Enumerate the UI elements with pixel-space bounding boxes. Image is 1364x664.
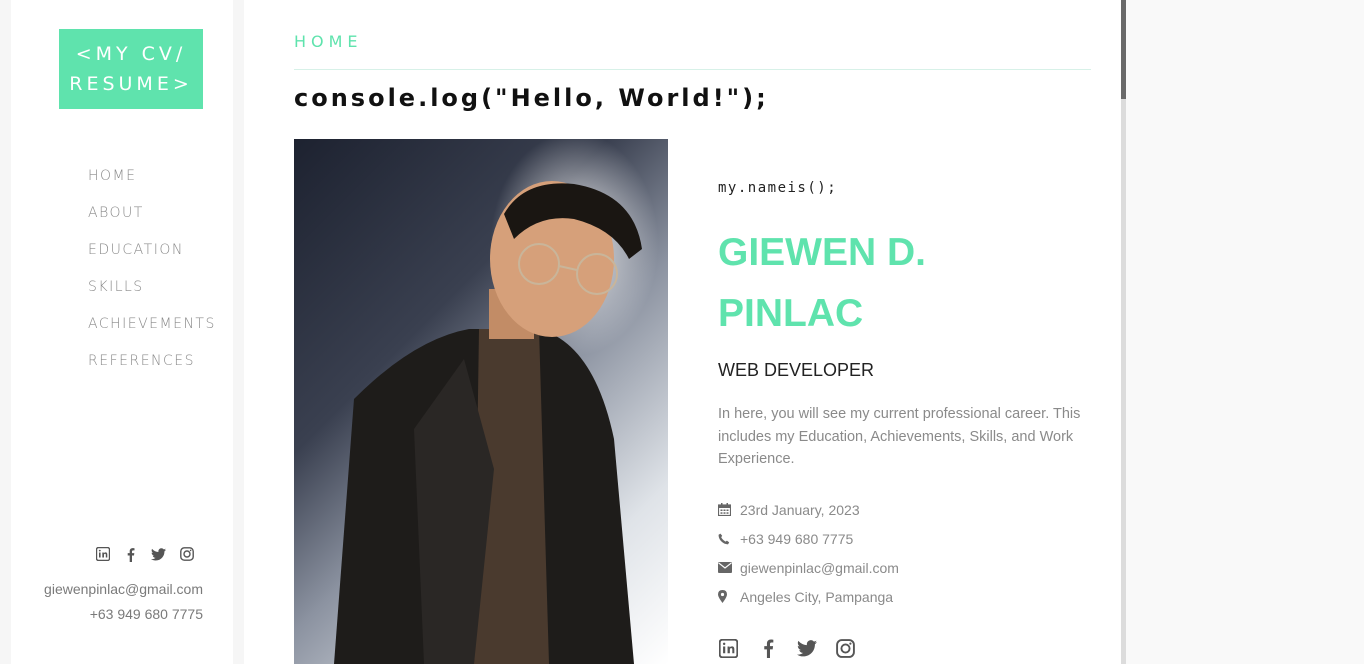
nav-item-skills[interactable]: SKILLS [88,279,216,316]
nav-item-references[interactable]: REFERENCES [88,353,216,390]
full-name: GIEWEN D. PINLAC [718,222,1098,344]
info-phone-text: +63 949 680 7775 [740,530,854,547]
twitter-icon[interactable] [796,637,817,659]
sidebar-social-links [95,546,194,562]
nav-item-education[interactable]: EDUCATION [88,242,216,279]
phone-icon [718,531,740,547]
instagram-icon[interactable] [179,546,194,562]
breadcrumb: HOME [294,32,363,51]
sidebar-nav: HOME ABOUT EDUCATION SKILLS ACHIEVEMENTS… [88,168,216,390]
nav-item-achievements[interactable]: ACHIEVEMENTS [88,316,216,353]
info-location: Angeles City, Pampanga [718,589,1098,618]
calendar-icon [718,502,740,518]
sidebar-email[interactable]: giewenpinlac@gmail.com [44,581,203,597]
sidebar-gap [233,0,244,664]
right-blank-area [1126,0,1364,664]
info-phone: +63 949 680 7775 [718,531,1098,560]
envelope-icon [718,560,740,576]
info-email: giewenpinlac@gmail.com [718,560,1098,589]
nav-item-home[interactable]: HOME [88,168,216,205]
sidebar-phone: +63 949 680 7775 [89,606,203,622]
site-logo[interactable]: <MY CV/ RESUME> [59,29,203,109]
linkedin-icon[interactable] [718,637,739,659]
page-headline: console.log("Hello, World!"); [294,84,769,112]
contact-info: 23rd January, 2023 +63 949 680 7775 giew… [718,502,1098,618]
intro-description: In here, you will see my current profess… [718,406,1081,467]
main-content: HOME console.log("Hello, World!"); my.na… [244,0,1121,664]
map-marker-icon [718,589,740,605]
linkedin-icon[interactable] [95,546,110,562]
intro-section: my.nameis(); GIEWEN D. PINLAC WEB DEVELO… [718,180,1098,618]
facebook-icon[interactable] [123,546,138,562]
info-date-text: 23rd January, 2023 [740,501,860,518]
instagram-icon[interactable] [835,637,856,659]
job-title: WEB DEVELOPER [718,360,875,380]
info-date: 23rd January, 2023 [718,502,1098,531]
facebook-icon[interactable] [757,637,778,659]
divider [294,69,1091,70]
name-prefix: my.nameis(); [718,180,838,196]
name-line-2: PINLAC [718,292,864,335]
page: <MY CV/ RESUME> HOME ABOUT EDUCATION SKI… [0,0,1364,664]
nav-item-about[interactable]: ABOUT [88,205,216,242]
info-email-text[interactable]: giewenpinlac@gmail.com [740,560,899,576]
main-social-links [718,637,856,659]
info-location-text: Angeles City, Pampanga [740,588,894,605]
twitter-icon[interactable] [151,546,166,562]
name-line-1: GIEWEN D. [718,231,927,274]
sidebar: <MY CV/ RESUME> HOME ABOUT EDUCATION SKI… [11,0,233,664]
profile-photo [294,139,668,664]
